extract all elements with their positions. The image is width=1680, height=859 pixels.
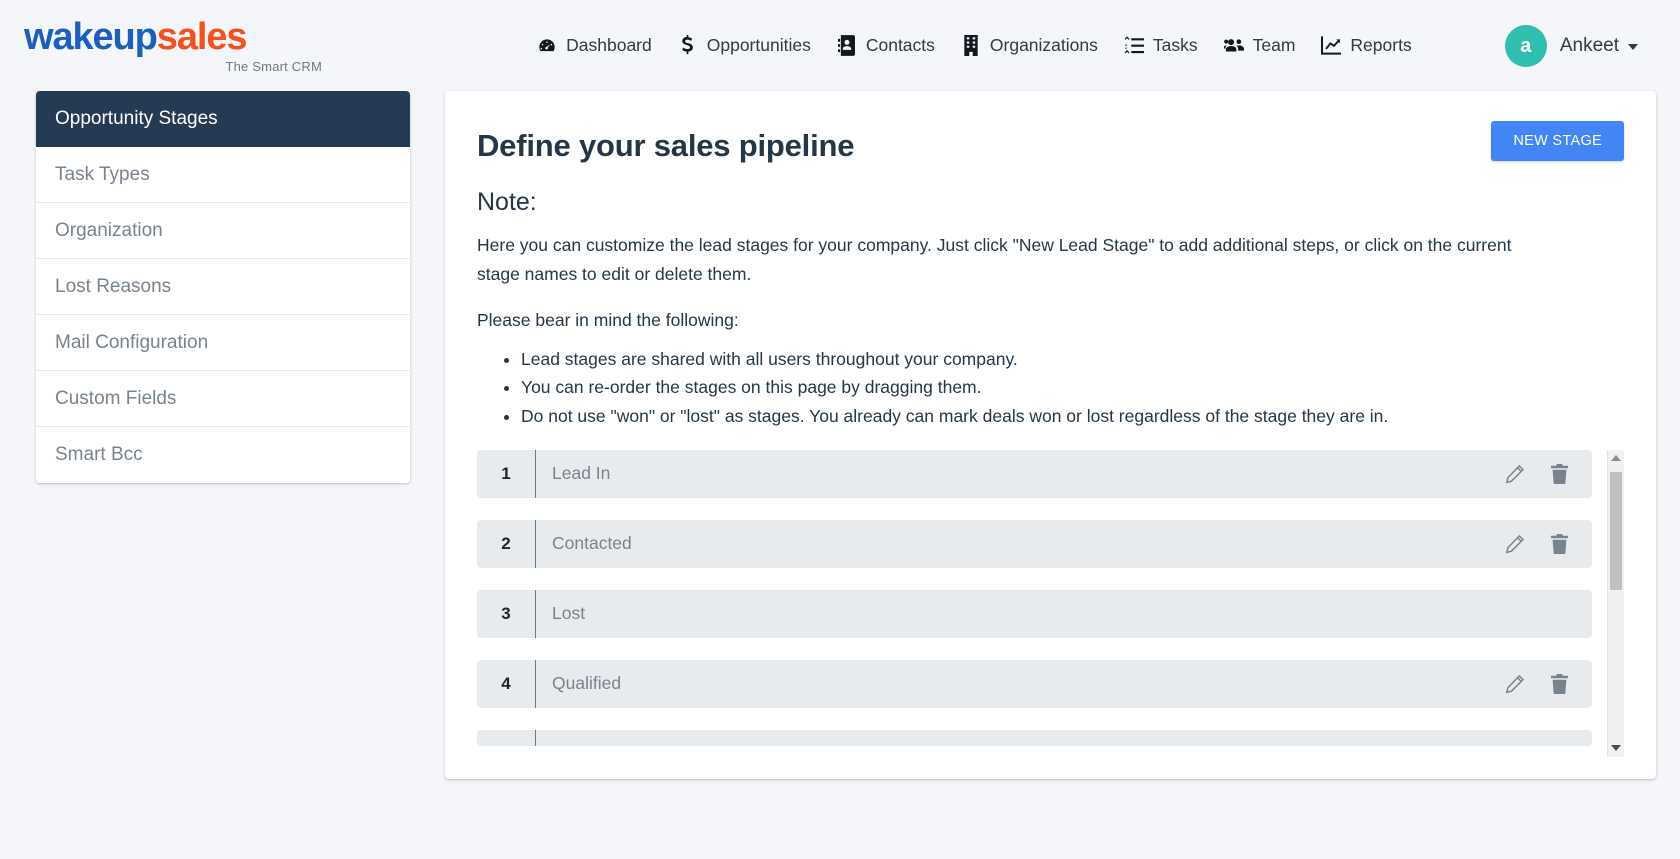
user-menu[interactable]: a Ankeet [1504,24,1656,67]
new-stage-button[interactable]: NEW STAGE [1491,121,1624,161]
stage-actions [1504,533,1592,555]
note-paragraph: Here you can customize the lead stages f… [477,235,1512,284]
primary-navigation: Dashboard Opportunities Contacts Organiz… [444,35,1505,56]
nav-item-dashboard-label: Dashboard [566,35,652,55]
sidebar-item-label: Task Types [55,163,150,185]
page-body: Opportunity Stages Task Types Organizati… [0,91,1680,779]
page-title: Define your sales pipeline [477,128,855,163]
note-bullet: You can re-order the stages on this page… [521,373,1624,401]
sidebar-item-opportunity-stages[interactable]: Opportunity Stages [36,91,410,147]
nav-item-contacts[interactable]: Contacts [837,35,935,56]
pipeline-panel: Define your sales pipeline NEW STAGE Not… [445,91,1656,779]
sidebar-item-lost-reasons[interactable]: Lost Reasons [36,259,410,315]
sidebar-item-smart-bcc[interactable]: Smart Bcc [36,427,410,483]
dollar-icon [678,35,698,56]
sidebar-item-label: Custom Fields [55,387,177,409]
note-bullet: Lead stages are shared with all users th… [521,345,1624,373]
pencil-icon[interactable] [1504,533,1526,555]
stage-row-partial[interactable] [477,729,1592,746]
note-subheading: Please bear in mind the following: [477,309,739,330]
nav-item-tasks[interactable]: Tasks [1124,35,1198,56]
stage-name[interactable]: Contacted [536,533,1504,554]
nav-item-opportunities[interactable]: Opportunities [678,35,811,56]
stage-number: 3 [501,603,511,623]
pencil-icon[interactable] [1504,463,1526,485]
users-icon [1223,36,1244,56]
sidebar-item-label: Mail Configuration [55,331,209,353]
stage-number: 1 [501,463,511,483]
nav-item-reports[interactable]: Reports [1321,35,1412,56]
dashboard-icon [537,36,557,56]
scrollbar-thumb[interactable] [1610,471,1622,590]
trash-icon[interactable] [1548,533,1570,555]
sidebar-item-organization[interactable]: Organization [36,203,410,259]
top-navbar: wakeupsales The Smart CRM Dashboard Oppo… [0,0,1680,91]
pencil-icon[interactable] [1504,673,1526,695]
sidebar-item-label: Opportunity Stages [55,108,218,129]
brand-wordmark-part2: sales [156,15,248,58]
trash-icon[interactable] [1548,463,1570,485]
avatar: a [1504,24,1547,67]
nav-item-team-label: Team [1252,35,1296,55]
stage-row[interactable]: 1 Lead In [477,449,1592,498]
sidebar-item-label: Organization [55,219,163,241]
nav-item-opportunities-label: Opportunities [706,35,811,55]
brand-tagline: The Smart CRM [225,58,322,74]
stage-name[interactable]: Qualified [536,673,1504,694]
trash-icon[interactable] [1548,673,1570,695]
address-book-icon [837,35,857,56]
note-bullet: Do not use "won" or "lost" as stages. Yo… [521,402,1624,430]
nav-item-contacts-label: Contacts [865,35,935,55]
building-icon [961,35,981,56]
stage-actions [1504,673,1592,695]
sidebar-item-label: Smart Bcc [55,444,143,465]
stage-name[interactable]: Lost [536,603,1570,624]
stage-number: 4 [501,673,511,693]
stage-divider [535,729,536,746]
nav-item-organizations-label: Organizations [989,35,1098,55]
stage-actions [1504,463,1592,485]
nav-item-dashboard[interactable]: Dashboard [537,35,652,56]
note-heading: Note: [477,188,537,217]
stage-name[interactable]: Lead In [536,463,1504,484]
settings-sidebar: Opportunity Stages Task Types Organizati… [36,91,410,483]
nav-item-reports-label: Reports [1350,35,1412,55]
sidebar-item-label: Lost Reasons [55,275,172,297]
brand-logo[interactable]: wakeupsales The Smart CRM [24,18,324,74]
brand-wordmark-part1: wakeup [24,15,158,58]
nav-item-team[interactable]: Team [1223,35,1296,56]
chevron-down-icon [1628,44,1638,50]
note-bullet-list: Lead stages are shared with all users th… [499,345,1624,430]
stage-list: 1 Lead In 2 Contacted 3 Lost 4 Qualified [477,449,1592,757]
stage-row[interactable]: 3 Lost [477,589,1592,638]
sidebar-item-custom-fields[interactable]: Custom Fields [36,371,410,427]
user-name-label: Ankeet [1559,34,1619,56]
stage-row[interactable]: 2 Contacted [477,519,1592,568]
stage-row[interactable]: 4 Qualified [477,659,1592,708]
stage-list-area: 1 Lead In 2 Contacted 3 Lost 4 Qualified [477,449,1624,757]
panel-header: Define your sales pipeline NEW STAGE [477,121,1624,164]
nav-item-tasks-label: Tasks [1152,35,1198,55]
stage-list-scrollbar[interactable] [1607,449,1624,757]
brand-wordmark: wakeupsales [24,18,324,56]
chart-line-icon [1321,36,1342,56]
scroll-down-arrow-icon[interactable] [1608,740,1624,757]
scroll-up-arrow-icon[interactable] [1608,450,1624,467]
stage-number: 2 [501,533,511,553]
sidebar-item-task-types[interactable]: Task Types [36,147,410,203]
tasks-list-icon [1124,36,1144,56]
sidebar-item-mail-configuration[interactable]: Mail Configuration [36,315,410,371]
nav-item-organizations[interactable]: Organizations [961,35,1098,56]
